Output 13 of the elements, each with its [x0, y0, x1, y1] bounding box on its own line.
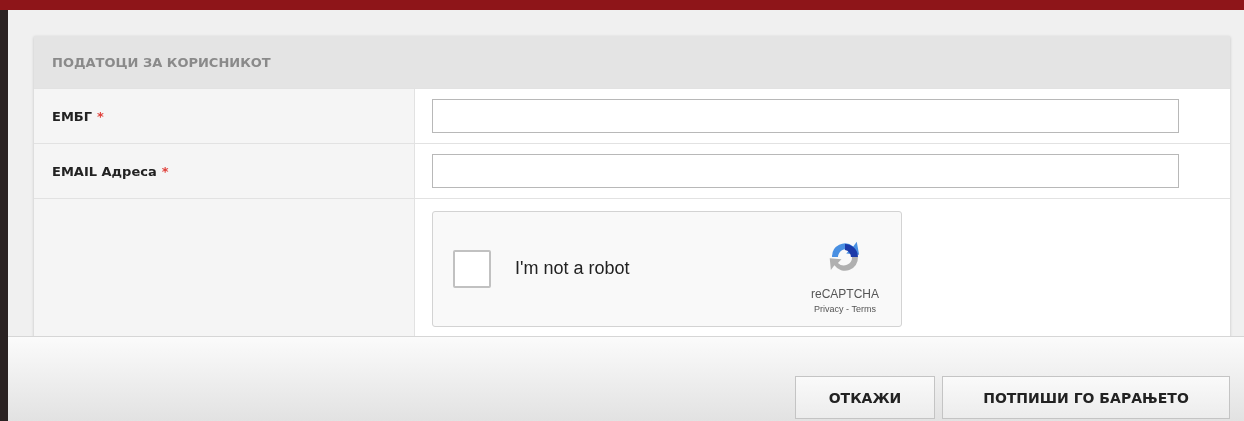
section-title: ПОДАТОЦИ ЗА КОРИСНИКОТ [52, 54, 271, 70]
captcha-brand: reCAPTCHA [811, 287, 879, 301]
required-mark: * [161, 163, 169, 179]
field-label: EMAIL Адреса [52, 163, 157, 179]
required-mark: * [97, 108, 104, 124]
captcha-checkbox[interactable] [453, 249, 491, 288]
captcha-label: I'm not a robot [515, 258, 631, 279]
dialog-button[interactable]: ОТКАЖИ [795, 376, 935, 419]
input-field[interactable] [432, 154, 1179, 188]
dialog-button[interactable]: ПОТПИШИ ГО БАРАЊЕТО [942, 376, 1230, 419]
input-field[interactable] [432, 99, 1179, 133]
privacy-terms-link[interactable]: Privacy - Terms [814, 304, 876, 314]
field-label: ЕМБГ [52, 108, 92, 124]
